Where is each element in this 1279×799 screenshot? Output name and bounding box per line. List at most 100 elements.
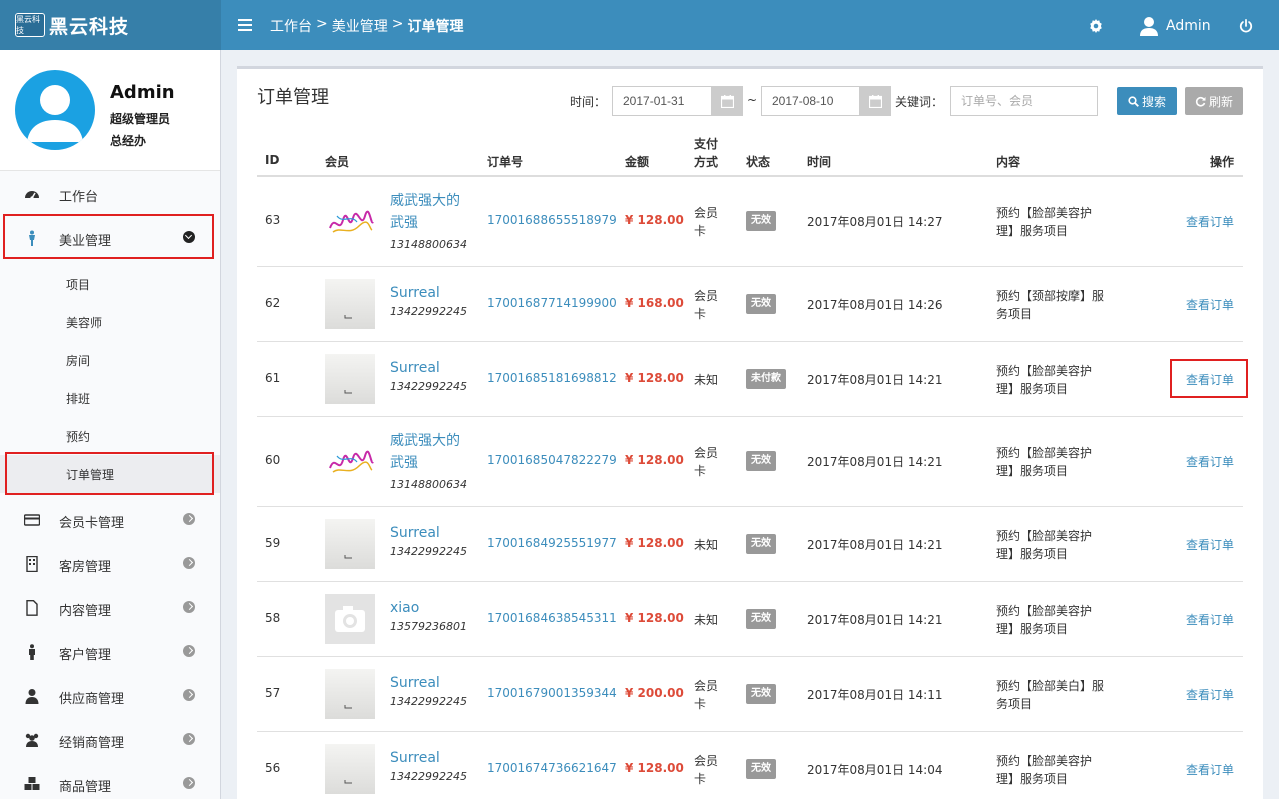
sidebar-item-suppliers[interactable]: 供应商管理	[0, 674, 220, 718]
sidebar-subitem-beautician[interactable]: 美容师	[0, 303, 220, 341]
order-content: 预约【颈部按摩】服	[996, 288, 1105, 303]
row-divider	[257, 416, 1243, 417]
order-content: 理】服务项目	[996, 771, 1069, 786]
member-name[interactable]: 威武强大的	[390, 431, 460, 452]
sidebar-subitem-schedule[interactable]: 排班	[0, 379, 220, 417]
file-icon	[26, 600, 38, 616]
order-amount: ¥ 128.00	[625, 760, 684, 775]
sidebar-item-workbench[interactable]: 工作台	[0, 172, 220, 216]
view-order-link[interactable]: 查看订单	[1186, 453, 1234, 470]
calendar-icon[interactable]	[711, 86, 743, 116]
order-number-link[interactable]: 17001688655518979	[487, 213, 617, 227]
member-name[interactable]: Surreal	[390, 523, 440, 544]
member-name[interactable]: Surreal	[390, 358, 440, 379]
view-order-link[interactable]: 查看订单	[1186, 296, 1234, 313]
member-phone: 13422992245	[390, 304, 467, 318]
row-divider	[257, 656, 1243, 657]
sidebar-subitem-room[interactable]: 房间	[0, 341, 220, 379]
member-avatar	[325, 196, 375, 246]
sidebar-item-customers[interactable]: 客户管理	[0, 630, 220, 674]
user-name: Admin	[1166, 18, 1211, 34]
order-time: 2017年08月01日 14:11	[807, 687, 943, 702]
row-divider	[257, 266, 1243, 267]
users-icon	[25, 733, 39, 747]
highlight-box	[5, 452, 214, 495]
status-badge: 无效	[746, 211, 776, 231]
view-order-link[interactable]: 查看订单	[1186, 686, 1234, 703]
row-divider	[257, 581, 1243, 582]
user-menu[interactable]: Admin	[1140, 16, 1211, 36]
member-avatar	[325, 593, 375, 644]
sidebar-item-membercard[interactable]: 会员卡管理	[0, 498, 220, 542]
sidebar-subitem-booking[interactable]: 预约	[0, 417, 220, 455]
member-name[interactable]: Surreal	[390, 283, 440, 304]
keyword-label: 关键词：	[895, 95, 944, 109]
sidebar-item-label: 会员卡管理	[59, 516, 125, 531]
order-content: 理】服务项目	[996, 621, 1069, 636]
view-order-link[interactable]: 查看订单	[1186, 213, 1234, 230]
member-avatar	[325, 278, 375, 329]
sidebar-item-label: 客户管理	[59, 648, 112, 663]
view-order-link[interactable]: 查看订单	[1186, 611, 1234, 628]
order-number-link[interactable]: 17001674736621647	[487, 761, 617, 775]
sidebar-item-dealers[interactable]: 经销商管理	[0, 718, 220, 762]
order-number-link[interactable]: 17001684638545311	[487, 611, 617, 625]
order-amount: ¥ 128.00	[625, 370, 684, 385]
member-phone: 13422992245	[390, 769, 467, 783]
member-name[interactable]: Surreal	[390, 748, 440, 769]
date-to-input[interactable]	[761, 86, 861, 116]
status-badge: 无效	[746, 683, 776, 704]
member-name[interactable]: 武强	[390, 213, 418, 234]
sidebar-subitem-project[interactable]: 项目	[0, 265, 220, 303]
order-amount: ¥ 200.00	[625, 685, 684, 700]
sidebar-item-label: 供应商管理	[59, 692, 125, 707]
user-icon	[25, 689, 39, 704]
order-number-link[interactable]: 17001679001359344	[487, 686, 617, 700]
order-id: 56	[265, 760, 281, 775]
order-number-link[interactable]: 17001687714199900	[487, 296, 617, 310]
breadcrumb-item-workbench[interactable]: 工作台	[270, 16, 312, 36]
status-badge: 无效	[746, 533, 776, 554]
order-time: 2017年08月01日 14:26	[807, 297, 943, 312]
order-number-link[interactable]: 17001685047822279	[487, 453, 617, 467]
payment-method: 会员	[694, 678, 719, 693]
order-number-link[interactable]: 17001685181698812	[487, 371, 617, 385]
sidebar-item-products[interactable]: 商品管理	[0, 762, 220, 799]
payment-method: 会员	[694, 753, 719, 768]
power-icon[interactable]	[1239, 19, 1253, 33]
view-order-link[interactable]: 查看订单	[1186, 761, 1234, 778]
status-badge: 无效	[746, 451, 776, 471]
keyword-input[interactable]	[950, 86, 1098, 116]
member-name[interactable]: xiao	[390, 598, 419, 619]
sidebar-item-content[interactable]: 内容管理	[0, 586, 220, 630]
breadcrumb-item-beauty[interactable]: 美业管理	[332, 16, 388, 36]
column-header-action: 操作	[1210, 155, 1235, 169]
payment-method: 未知	[694, 372, 719, 387]
member-name[interactable]: 威武强大的	[390, 191, 460, 212]
sidebar-item-rooms[interactable]: 客房管理	[0, 542, 220, 586]
menu-toggle-icon[interactable]	[238, 17, 252, 33]
refresh-button[interactable]: 刷新	[1185, 87, 1243, 115]
sidebar-item-label: 客房管理	[59, 560, 112, 575]
calendar-icon[interactable]	[859, 86, 891, 116]
order-time: 2017年08月01日 14:21	[807, 372, 943, 387]
member-phone: 13148800634	[390, 238, 467, 251]
order-number-link[interactable]: 17001684925551977	[487, 536, 617, 550]
search-button[interactable]: 搜索	[1117, 87, 1177, 115]
brand[interactable]: 黑云科技 黑云科技	[0, 0, 221, 50]
brand-logo: 黑云科技	[15, 13, 45, 37]
member-name[interactable]: 武强	[390, 453, 418, 474]
date-from-input[interactable]	[612, 86, 712, 116]
order-content: 理】服务项目	[996, 546, 1069, 561]
member-phone: 13148800634	[390, 478, 467, 491]
row-divider	[257, 341, 1243, 342]
gear-icon[interactable]	[1089, 19, 1103, 33]
chevron-right-icon	[183, 645, 195, 657]
order-time: 2017年08月01日 14:21	[807, 537, 943, 552]
sidebar: Admin 超级管理员 总经办 工作台 美业管理 项目 美容师 房间 排班 预约…	[0, 50, 221, 799]
view-order-link[interactable]: 查看订单	[1186, 536, 1234, 553]
user-panel: Admin 超级管理员 总经办	[0, 50, 220, 171]
column-header-member: 会员	[325, 155, 350, 169]
order-time: 2017年08月01日 14:21	[807, 612, 943, 627]
member-name[interactable]: Surreal	[390, 673, 440, 694]
